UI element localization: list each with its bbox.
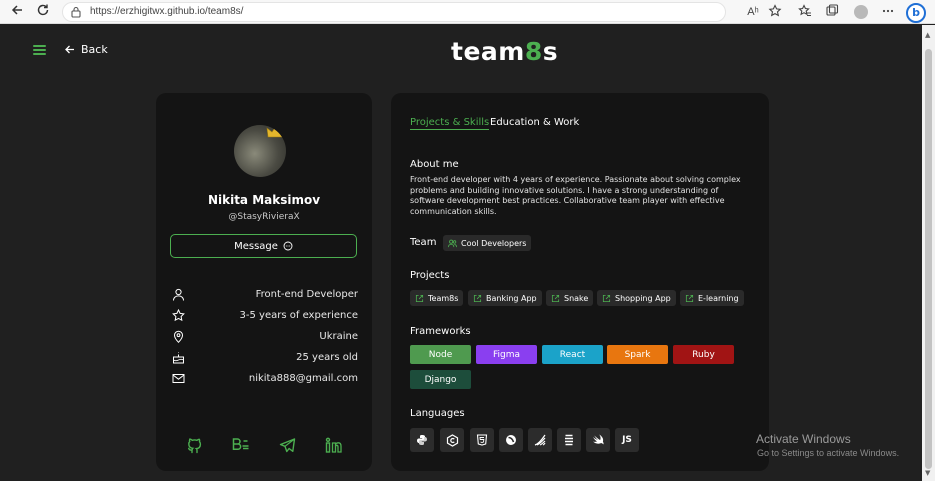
framework-react: React xyxy=(542,345,603,364)
project-link[interactable]: E-learning xyxy=(680,290,744,306)
html5-icon xyxy=(470,428,494,452)
url-text: https://erzhigitwx.github.io/team8s/ xyxy=(90,6,244,17)
arrow-left-icon xyxy=(65,45,74,54)
chat-bubble-icon xyxy=(283,241,293,251)
collections-icon[interactable] xyxy=(824,4,840,20)
team-name: Cool Developers xyxy=(461,238,527,248)
external-link-icon xyxy=(415,294,424,302)
location-icon xyxy=(173,330,184,343)
swift-icon xyxy=(586,428,610,452)
favorites-icon[interactable] xyxy=(797,4,813,20)
team-title: Team xyxy=(410,237,437,248)
telegram-icon[interactable] xyxy=(279,437,296,458)
framework-figma: Figma xyxy=(476,345,537,364)
tab-projects-skills[interactable]: Projects & Skills xyxy=(410,117,490,130)
menu-icon[interactable] xyxy=(33,45,46,55)
logo[interactable]: team8s xyxy=(451,37,558,66)
scroll-down-icon[interactable]: ▼ xyxy=(925,469,930,477)
info-location: Ukraine xyxy=(172,327,358,345)
scroll-up-icon[interactable]: ▲ xyxy=(925,31,930,39)
page-scrollbar[interactable]: ▲ ▼ xyxy=(922,25,935,481)
read-aloud-icon[interactable]: Aʰ xyxy=(745,4,761,20)
back-arrow-icon[interactable] xyxy=(8,3,26,21)
info-email: nikita888@gmail.com xyxy=(172,369,358,387)
users-icon xyxy=(448,239,457,247)
framework-spark: Spark xyxy=(607,345,668,364)
java-icon xyxy=(528,428,552,452)
message-label: Message xyxy=(234,240,278,252)
info-value: nikita888@gmail.com xyxy=(248,372,358,384)
cake-icon xyxy=(173,352,184,363)
profile-handle: @StasyRivieraX xyxy=(228,212,300,222)
js-icon: JS xyxy=(615,428,639,452)
behance-icon[interactable] xyxy=(232,436,250,457)
user-icon xyxy=(173,288,184,301)
about-text: Front-end developer with 4 years of expe… xyxy=(410,175,741,216)
more-options-icon[interactable] xyxy=(880,4,896,20)
back-label: Back xyxy=(81,43,108,56)
activate-windows-subtitle: Go to Settings to activate Windows. xyxy=(757,448,900,458)
about-title: About me xyxy=(410,159,459,170)
vue-icon xyxy=(499,428,523,452)
project-link[interactable]: Banking App xyxy=(468,290,542,306)
projects-title: Projects xyxy=(410,270,450,281)
activate-windows-title: Activate Windows xyxy=(756,432,851,446)
external-link-icon xyxy=(685,294,694,302)
info-value: Ukraine xyxy=(319,330,358,342)
external-link-icon xyxy=(473,294,482,302)
python-icon xyxy=(410,428,434,452)
tab-education-work[interactable]: Education & Work xyxy=(490,117,579,128)
page: Back team8s Nikita Maksimov @StasyRivier… xyxy=(0,25,922,481)
logo-digit: 8 xyxy=(524,37,543,66)
scrollbar-thumb[interactable] xyxy=(925,49,932,469)
profile-name: Nikita Maksimov xyxy=(207,193,321,207)
team-chip[interactable]: Cool Developers xyxy=(443,235,532,251)
info-value: 3-5 years of experience xyxy=(239,309,358,321)
logo-suffix: s xyxy=(542,37,559,66)
mail-icon xyxy=(172,373,185,383)
info-value: Front-end Developer xyxy=(255,288,358,300)
project-label: Team8s xyxy=(428,293,459,303)
skills-card: Projects & Skills Education & Work About… xyxy=(391,93,769,471)
project-label: Banking App xyxy=(486,293,537,303)
project-link[interactable]: Team8s xyxy=(410,290,464,306)
project-link[interactable]: Snake xyxy=(546,290,594,306)
logo-prefix: team xyxy=(451,37,525,66)
project-label: Snake xyxy=(564,293,589,303)
github-icon[interactable] xyxy=(186,437,203,458)
project-label: Shopping App xyxy=(615,293,671,303)
info-role: Front-end Developer xyxy=(172,285,358,303)
project-label: E-learning xyxy=(698,293,739,303)
social-links xyxy=(156,437,372,457)
c-icon xyxy=(440,428,464,452)
crown-icon xyxy=(266,125,286,138)
info-age: 25 years old xyxy=(172,348,358,366)
info-value: 25 years old xyxy=(296,351,358,363)
address-bar[interactable]: https://erzhigitwx.github.io/team8s/ xyxy=(62,2,726,22)
languages-title: Languages xyxy=(410,408,465,419)
frameworks-title: Frameworks xyxy=(410,326,471,337)
framework-django: Django xyxy=(410,370,471,389)
back-button[interactable]: Back xyxy=(64,43,108,56)
favorite-add-icon[interactable] xyxy=(767,4,783,20)
framework-node: Node xyxy=(410,345,471,364)
star-icon xyxy=(172,308,185,321)
project-link[interactable]: Shopping App xyxy=(597,290,676,306)
external-link-icon xyxy=(551,294,560,302)
message-button[interactable]: Message xyxy=(170,234,357,258)
browser-toolbar: https://erzhigitwx.github.io/team8s/ Aʰ … xyxy=(0,0,935,24)
profile-avatar-icon[interactable] xyxy=(854,5,868,19)
lock-icon xyxy=(71,6,81,18)
external-link-icon xyxy=(602,294,611,302)
refresh-icon[interactable] xyxy=(34,3,52,21)
css-icon xyxy=(557,428,581,452)
linkedin-icon[interactable] xyxy=(325,437,342,458)
info-experience: 3-5 years of experience xyxy=(172,306,358,324)
bing-copilot-icon[interactable]: b xyxy=(906,3,926,23)
avatar xyxy=(234,125,286,177)
framework-ruby: Ruby xyxy=(673,345,734,364)
profile-card: Nikita Maksimov @StasyRivieraX Message F… xyxy=(156,93,372,471)
